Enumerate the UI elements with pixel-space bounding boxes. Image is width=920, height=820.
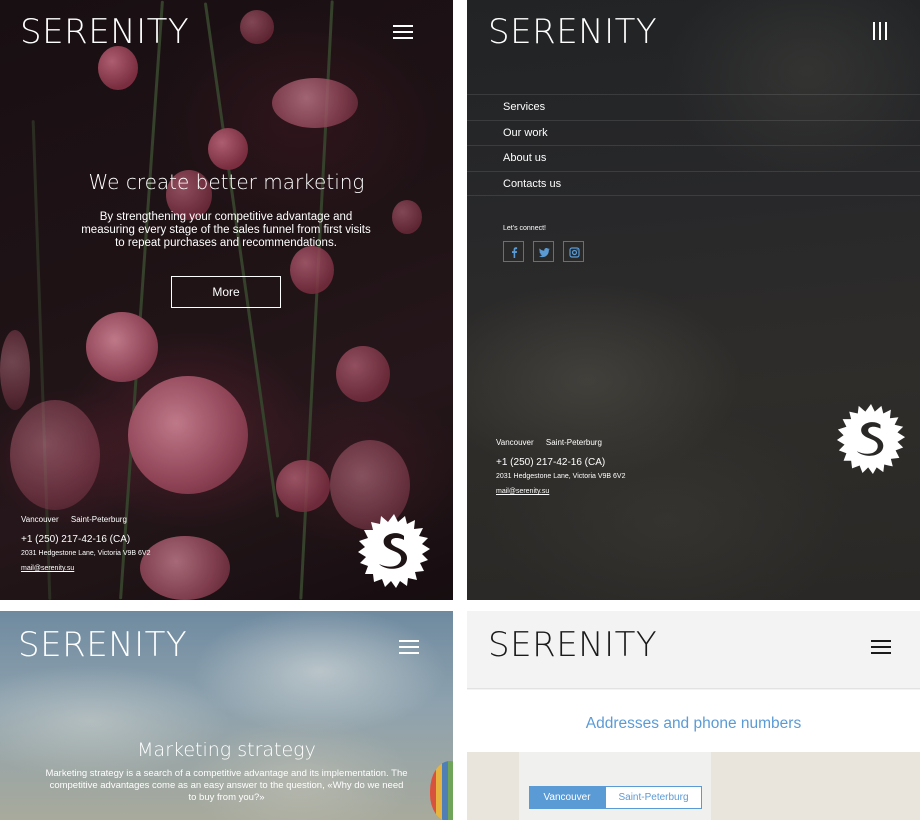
email-link[interactable]: mail@serenity.su [496, 488, 549, 495]
serenity-logo[interactable]: SERENITY [488, 12, 657, 52]
address-text: 2031 Hedgestone Lane, Victoria V9B 6V2 [21, 550, 151, 557]
menu-item-our-work[interactable]: Our work [467, 119, 920, 146]
hero-description: By strengthening your competitive advant… [81, 211, 371, 249]
section-description: Marketing strategy is a search of a comp… [45, 768, 408, 803]
footer-contacts: Vancouver Saint-Peterburg +1 (250) 217-4… [496, 438, 625, 498]
city-link-vancouver[interactable]: Vancouver [21, 515, 59, 524]
city-switcher: Vancouver Saint-Peterburg [21, 515, 150, 524]
address-text: 2031 Hedgestone Lane, Victoria V9B 6V2 [496, 473, 626, 480]
city-switcher: Vancouver Saint-Peterburg [496, 438, 625, 447]
city-link-saint-peterburg[interactable]: Saint-Peterburg [71, 515, 127, 524]
phone-number[interactable]: +1 (250) 217-42-16 (CA) [21, 534, 150, 545]
twitter-icon[interactable] [533, 241, 554, 262]
addresses-screen-panel: SERENITY Addresses and phone numbers Van… [467, 611, 920, 820]
tab-vancouver[interactable]: Vancouver [529, 786, 605, 809]
hamburger-menu-icon[interactable] [393, 25, 413, 39]
addresses-title: Addresses and phone numbers [585, 715, 802, 732]
instagram-icon[interactable] [563, 241, 584, 262]
facebook-icon[interactable] [503, 241, 524, 262]
section-title: Marketing strategy [137, 739, 316, 761]
hamburger-menu-icon[interactable] [871, 640, 891, 654]
phone-number[interactable]: +1 (250) 217-42-16 (CA) [496, 457, 625, 468]
hot-air-balloon-image [430, 761, 453, 820]
hero-title: We create better marketing [88, 170, 365, 194]
menu-screen-panel: SERENITY Services Our work About us Cont… [467, 0, 920, 600]
home-screen-panel: SERENITY We create better marketing By s… [0, 0, 453, 600]
menu-close-icon[interactable] [873, 22, 887, 40]
email-link[interactable]: mail@serenity.su [21, 565, 74, 572]
serenity-logo[interactable]: SERENITY [488, 625, 657, 665]
serenity-logo[interactable]: SERENITY [20, 12, 189, 52]
footer-contacts: Vancouver Saint-Peterburg +1 (250) 217-4… [21, 515, 150, 575]
serenity-badge-icon [836, 404, 906, 474]
menu-item-about-us[interactable]: About us [467, 145, 920, 171]
more-button[interactable]: More [171, 276, 281, 308]
lets-connect-label: Let's connect! [503, 225, 546, 232]
tab-saint-peterburg[interactable]: Saint-Peterburg [605, 786, 702, 809]
main-menu: Services Our work About us Contacts us [467, 94, 920, 196]
serenity-logo[interactable]: SERENITY [18, 625, 187, 665]
city-link-saint-peterburg[interactable]: Saint-Peterburg [546, 438, 602, 447]
menu-item-services[interactable]: Services [467, 94, 920, 120]
menu-item-contacts-us[interactable]: Contacts us [467, 170, 920, 196]
city-link-vancouver[interactable]: Vancouver [496, 438, 534, 447]
strategy-screen-panel: SERENITY Marketing strategy Marketing st… [0, 611, 453, 820]
serenity-badge-icon [358, 514, 430, 588]
hamburger-menu-icon[interactable] [399, 640, 419, 654]
